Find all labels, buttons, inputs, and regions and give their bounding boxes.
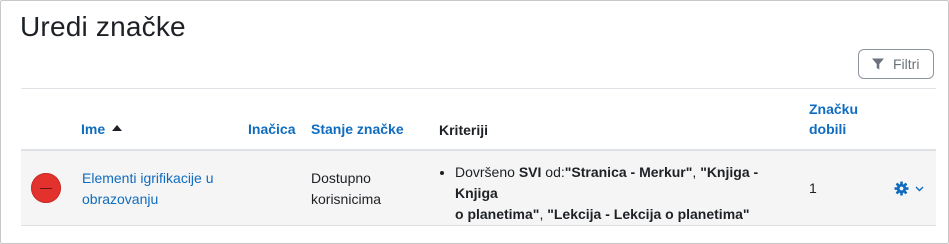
criteria-item: Dovršeno SVI od:"Stranica - Merkur", "Kn… [455, 162, 791, 225]
badge-image [31, 173, 61, 203]
badge-status-line2: korisnicima [311, 191, 382, 207]
column-header-recipients[interactable]: Značku dobili [809, 99, 858, 139]
table-row: Elementi igrifikacije u obrazovanju Dost… [21, 151, 936, 226]
filter-button[interactable]: Filtri [858, 49, 934, 79]
filter-button-label: Filtri [893, 56, 920, 72]
column-header-name[interactable]: Ime [81, 119, 123, 139]
badge-name-line1: Elementi igrifikacije u [82, 170, 214, 186]
filter-icon [872, 58, 884, 70]
sort-ascending-icon [112, 125, 123, 131]
badge-recipients-count[interactable]: 1 [809, 178, 817, 199]
column-header-status[interactable]: Stanje značke [311, 119, 404, 139]
page-title: Uredi značke [20, 11, 186, 42]
gear-icon [894, 181, 909, 196]
badge-status-line1: Dostupno [311, 170, 371, 186]
badge-name-link[interactable]: Elementi igrifikacije u obrazovanju [82, 168, 214, 210]
table-header: Ime Inačica Stanje značke Kriteriji Znač… [21, 89, 936, 149]
badge-actions-menu[interactable] [894, 181, 924, 196]
column-header-criteria: Kriteriji [439, 122, 489, 138]
badge-status: Dostupno korisnicima [311, 168, 381, 210]
chevron-down-icon [915, 186, 924, 191]
badge-criteria: Dovršeno SVI od:"Stranica - Merkur", "Kn… [439, 162, 791, 225]
column-header-recipients-line2: dobili [809, 121, 847, 137]
page-frame: Uredi značke Filtri Ime Inačica Stanje z… [0, 0, 949, 244]
badge-name-line2: obrazovanju [82, 191, 159, 207]
column-header-version[interactable]: Inačica [248, 119, 295, 139]
column-header-recipients-line1: Značku [809, 101, 859, 117]
column-header-name-label: Ime [81, 121, 106, 137]
